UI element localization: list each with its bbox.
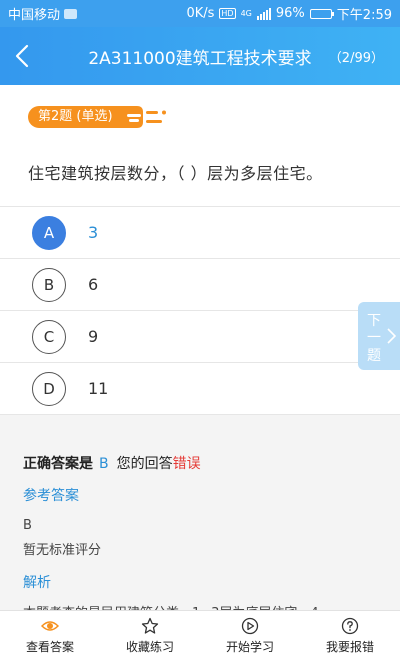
option-text: 9 (88, 327, 99, 346)
next-label-2: 一 (367, 330, 381, 346)
option-letter: B (32, 267, 66, 302)
question-text: 住宅建筑按层数分，（ ）层为多层住宅。 (28, 164, 323, 183)
chevron-left-icon (15, 44, 29, 68)
chevron-right-icon (387, 328, 396, 344)
question-type-tag: 第2题 (单选) (28, 106, 169, 128)
signal-icon (256, 7, 271, 20)
battery-percent: 96% (275, 6, 305, 21)
nav-label: 查看答案 (25, 640, 74, 654)
next-question-button[interactable]: 下 一 题 (358, 302, 400, 370)
option-a[interactable]: A 3 (0, 207, 400, 259)
status-bar: 中国移动 0K/s HD 4G 96% 下午2:59 (0, 0, 400, 27)
option-letter: C (32, 319, 66, 354)
option-text: 6 (88, 275, 99, 294)
option-letter: A (32, 215, 66, 250)
answer-result-line: 正确答案是 B 您的回答错误 (23, 453, 201, 473)
answer-panel: 正确答案是 B 您的回答错误 参考答案 B 暂无标准评分 解析 本题考查的是民用建筑… (0, 415, 400, 610)
network-type: 4G (240, 9, 252, 18)
battery-icon (309, 8, 334, 19)
option-letter: D (32, 371, 66, 406)
carrier-name: 中国移动 (8, 8, 61, 23)
star-icon (141, 617, 159, 634)
tag-decoration (122, 106, 169, 128)
correct-answer-value: B (99, 456, 109, 472)
back-button[interactable] (0, 27, 44, 85)
eye-icon (41, 621, 59, 631)
view-answer-button[interactable]: 查看答案 (0, 611, 100, 661)
hd-badge: HD (219, 8, 236, 19)
question-counter: （2/99） (328, 50, 384, 66)
notification-icon (64, 8, 78, 19)
nav-label: 我要报错 (325, 640, 374, 654)
question-icon (341, 617, 359, 635)
header: 2A311000建筑工程技术要求 （2/99） (0, 27, 400, 85)
option-b[interactable]: B 6 (0, 259, 400, 311)
clock: 下午2:59 (336, 8, 392, 23)
bottom-nav: 查看答案 收藏练习 开始学习 我要报错 (0, 610, 400, 661)
options-list: A 3 B 6 C 9 D 11 (0, 206, 400, 415)
reference-answer-value: B (23, 518, 32, 533)
option-d[interactable]: D 11 (0, 363, 400, 415)
analysis-text: 本题考查的是民用建筑分类。1~3层为底层住宅，4~ (23, 602, 330, 610)
option-text: 11 (88, 379, 109, 398)
correct-answer-label: 正确答案是 (23, 456, 93, 472)
reference-answer-title: 参考答案 (23, 488, 79, 504)
status-right: 0K/s HD 4G 96% 下午2:59 (186, 4, 392, 23)
question-type-label: 第2题 (单选) (28, 106, 123, 128)
option-text: 3 (88, 223, 99, 242)
start-study-button[interactable]: 开始学习 (200, 611, 300, 661)
nav-label: 收藏练习 (125, 640, 174, 654)
report-error-button[interactable]: 我要报错 (300, 611, 400, 661)
option-c[interactable]: C 9 (0, 311, 400, 363)
nav-label: 开始学习 (225, 640, 274, 654)
play-icon (241, 617, 259, 635)
next-label-3: 题 (367, 348, 381, 364)
scoring-note: 暂无标准评分 (23, 543, 102, 558)
network-speed: 0K/s (186, 6, 215, 21)
carrier: 中国移动 (8, 4, 78, 23)
favorite-button[interactable]: 收藏练习 (100, 611, 200, 661)
analysis-title: 解析 (23, 575, 51, 591)
result-status: 错误 (172, 456, 201, 472)
your-answer-label: 您的回答 (116, 456, 173, 472)
